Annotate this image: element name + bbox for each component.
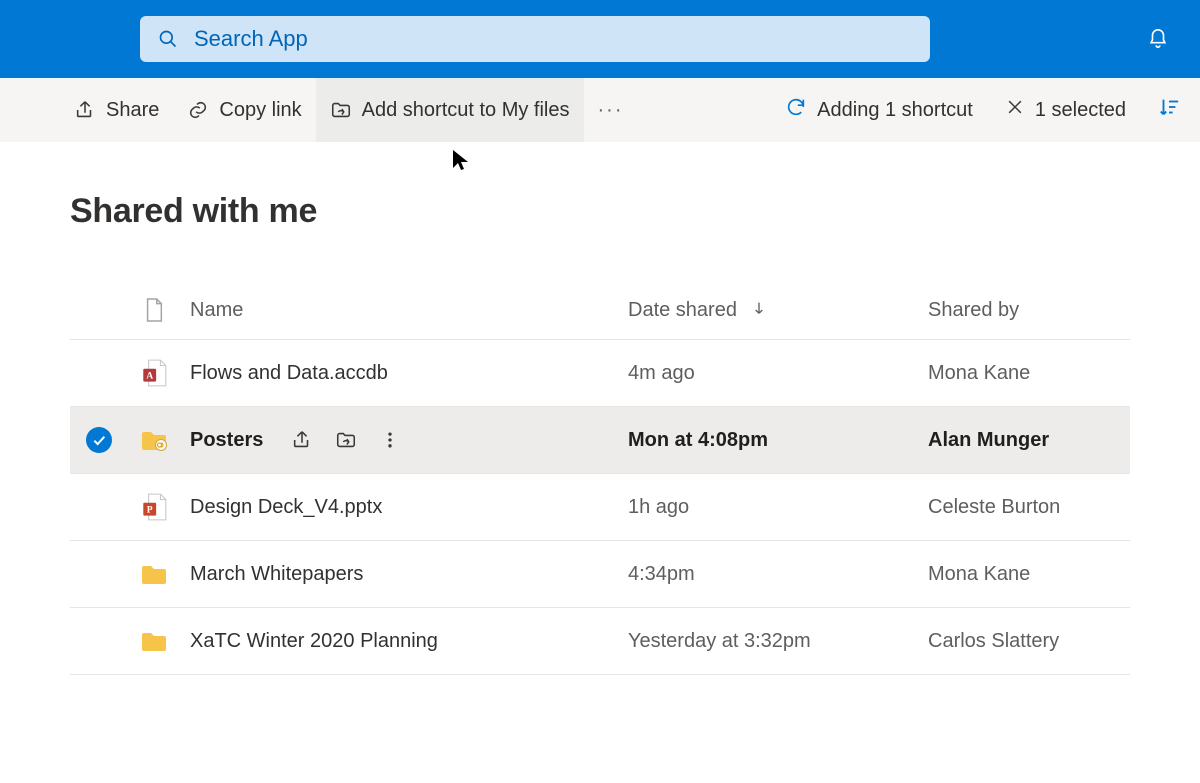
sync-icon bbox=[785, 96, 807, 124]
sort-button[interactable] bbox=[1142, 78, 1180, 142]
adding-shortcut-status: Adding 1 shortcut bbox=[769, 78, 989, 142]
column-sharedby-label: Shared by bbox=[928, 299, 1019, 321]
table-row[interactable]: P Design Deck_V4.pptx 1h agoCeleste Burton bbox=[70, 474, 1130, 541]
file-name: March Whitepapers bbox=[190, 563, 363, 585]
checkmark-icon[interactable] bbox=[86, 427, 112, 453]
file-name-cell[interactable]: Posters bbox=[182, 407, 620, 474]
file-table: Name Date shared Shared by A Flows and Da… bbox=[70, 281, 1130, 675]
column-header-select[interactable] bbox=[70, 281, 132, 340]
svg-text:P: P bbox=[147, 504, 153, 515]
file-name-cell[interactable]: Design Deck_V4.pptx bbox=[182, 474, 620, 541]
page-title: Shared with me bbox=[70, 192, 1130, 231]
clear-selection-button[interactable]: 1 selected bbox=[989, 78, 1142, 142]
shared-by-cell: Mona Kane bbox=[920, 340, 1130, 407]
shared-by-cell: Alan Munger bbox=[920, 407, 1130, 474]
date-shared-cell: Yesterday at 3:32pm bbox=[620, 608, 920, 675]
link-icon bbox=[187, 99, 209, 121]
date-shared-cell: Mon at 4:08pm bbox=[620, 407, 920, 474]
row-more-button[interactable] bbox=[379, 429, 401, 451]
row-select-cell[interactable] bbox=[70, 541, 132, 608]
row-select-cell[interactable] bbox=[70, 474, 132, 541]
close-icon bbox=[1005, 97, 1025, 123]
row-select-cell[interactable] bbox=[70, 608, 132, 675]
date-shared-cell: 1h ago bbox=[620, 474, 920, 541]
copy-link-label: Copy link bbox=[219, 99, 301, 122]
search-input[interactable] bbox=[192, 25, 912, 53]
ellipsis-icon: ··· bbox=[598, 99, 624, 122]
search-icon bbox=[158, 29, 178, 49]
shared-by-cell: Mona Kane bbox=[920, 541, 1130, 608]
column-name-label: Name bbox=[190, 299, 243, 321]
shared-by-cell: Celeste Burton bbox=[920, 474, 1130, 541]
row-select-cell[interactable] bbox=[70, 407, 132, 474]
add-shortcut-label: Add shortcut to My files bbox=[362, 99, 570, 122]
table-row[interactable]: XaTC Winter 2020 Planning Yesterday at 3:… bbox=[70, 608, 1130, 675]
content-area: Shared with me Name Date shared bbox=[0, 142, 1200, 675]
search-box[interactable] bbox=[140, 16, 930, 62]
file-type-icon bbox=[132, 407, 182, 474]
table-row[interactable]: Posters Mon at 4:08pmAlan Munger bbox=[70, 407, 1130, 474]
file-type-icon: A bbox=[132, 340, 182, 407]
file-name: Posters bbox=[190, 429, 263, 451]
app-header bbox=[0, 0, 1200, 78]
selected-count-label: 1 selected bbox=[1035, 99, 1126, 122]
folder-shortcut-icon bbox=[330, 99, 352, 121]
row-select-cell[interactable] bbox=[70, 340, 132, 407]
file-name: Design Deck_V4.pptx bbox=[190, 496, 382, 518]
file-name: XaTC Winter 2020 Planning bbox=[190, 630, 438, 652]
date-shared-cell: 4:34pm bbox=[620, 541, 920, 608]
file-name-cell[interactable]: March Whitepapers bbox=[182, 541, 620, 608]
column-date-label: Date shared bbox=[628, 299, 737, 321]
file-name-cell[interactable]: Flows and Data.accdb bbox=[182, 340, 620, 407]
command-bar: Share Copy link Add shortcut to My files… bbox=[0, 78, 1200, 142]
column-header-name[interactable]: Name bbox=[182, 281, 620, 340]
svg-text:A: A bbox=[146, 370, 153, 381]
file-type-icon bbox=[132, 608, 182, 675]
adding-shortcut-label: Adding 1 shortcut bbox=[817, 99, 973, 122]
notifications-button[interactable] bbox=[1136, 17, 1180, 61]
share-button[interactable]: Share bbox=[60, 78, 173, 142]
share-label: Share bbox=[106, 99, 159, 122]
file-name: Flows and Data.accdb bbox=[190, 362, 388, 384]
column-header-date[interactable]: Date shared bbox=[620, 281, 920, 340]
file-name-cell[interactable]: XaTC Winter 2020 Planning bbox=[182, 608, 620, 675]
date-shared-cell: 4m ago bbox=[620, 340, 920, 407]
add-shortcut-button[interactable]: Add shortcut to My files bbox=[316, 78, 584, 142]
row-shortcut-button[interactable] bbox=[335, 429, 357, 451]
copy-link-button[interactable]: Copy link bbox=[173, 78, 315, 142]
column-header-type-icon bbox=[132, 281, 182, 340]
table-row[interactable]: A Flows and Data.accdb 4m agoMona Kane bbox=[70, 340, 1130, 407]
shared-by-cell: Carlos Slattery bbox=[920, 608, 1130, 675]
share-icon bbox=[74, 99, 96, 121]
table-row[interactable]: March Whitepapers 4:34pmMona Kane bbox=[70, 541, 1130, 608]
file-type-icon bbox=[132, 541, 182, 608]
file-type-icon: P bbox=[132, 474, 182, 541]
column-header-sharedby[interactable]: Shared by bbox=[920, 281, 1130, 340]
file-icon bbox=[140, 295, 168, 325]
overflow-button[interactable]: ··· bbox=[584, 78, 638, 142]
sort-arrow-down-icon bbox=[751, 299, 767, 322]
row-share-button[interactable] bbox=[291, 429, 313, 451]
sort-icon bbox=[1158, 96, 1180, 124]
